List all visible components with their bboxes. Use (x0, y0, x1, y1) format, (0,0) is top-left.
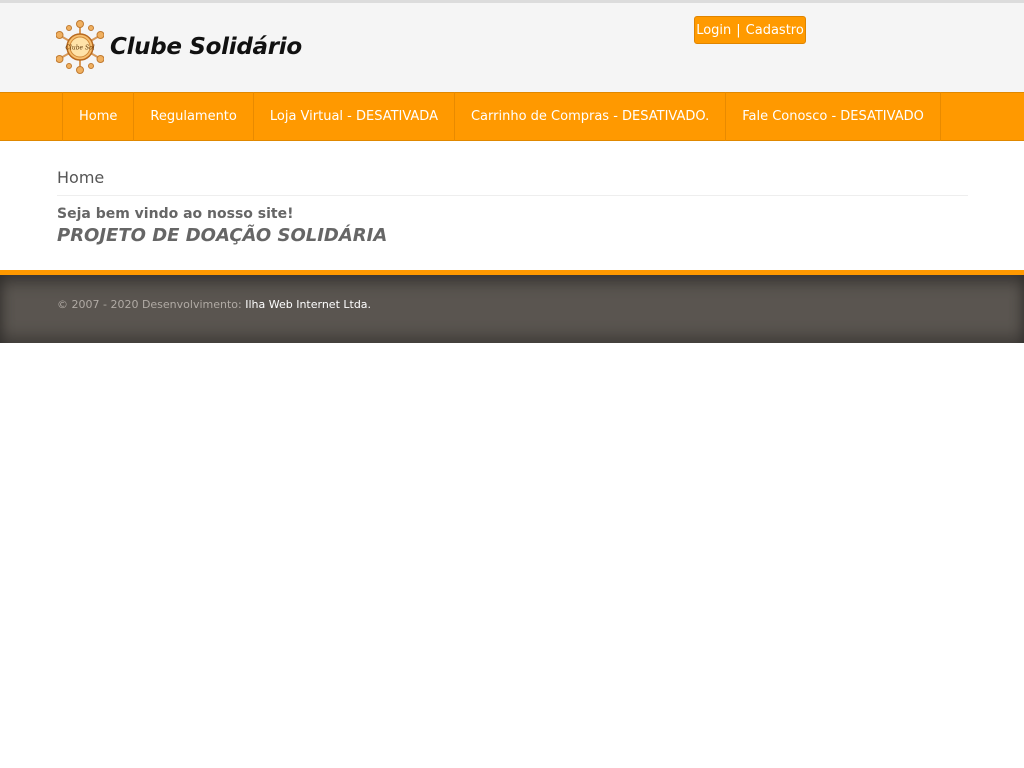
site-header: Clube Sol Clube Solidário Login | Cadast… (0, 3, 1024, 92)
nav-list: Home Regulamento Loja Virtual - DESATIVA… (62, 92, 941, 141)
nav-item-loja-virtual[interactable]: Loja Virtual - DESATIVADA (254, 92, 455, 141)
site-footer: © 2007 - 2020 Desenvolvimento: Ilha Web … (0, 275, 1024, 343)
logo-emblem-icon: Clube Sol (56, 20, 104, 74)
logo-text: Clube Solidário (110, 34, 302, 60)
main-content: Home Seja bem vindo ao nosso site! PROJE… (57, 142, 968, 246)
nav-item-fale-conosco[interactable]: Fale Conosco - DESATIVADO (726, 92, 941, 141)
site-logo[interactable]: Clube Sol Clube Solidário (56, 20, 302, 74)
login-link[interactable]: Login (696, 23, 731, 38)
nav-item-home[interactable]: Home (63, 92, 135, 141)
login-separator: | (736, 22, 741, 38)
copyright-text: © 2007 - 2020 Desenvolvimento: (57, 298, 242, 311)
developer-link[interactable]: Ilha Web Internet Ltda. (245, 298, 371, 311)
register-link[interactable]: Cadastro (746, 23, 804, 38)
nav-item-carrinho[interactable]: Carrinho de Compras - DESATIVADO. (455, 92, 727, 141)
main-nav: Home Regulamento Loja Virtual - DESATIVA… (0, 92, 1024, 141)
logo-badge-text: Clube Sol (65, 45, 94, 52)
page-title: Home (57, 168, 968, 196)
nav-item-regulamento[interactable]: Regulamento (134, 92, 254, 141)
footer-copyright: © 2007 - 2020 Desenvolvimento: Ilha Web … (57, 298, 371, 311)
login-register-box: Login | Cadastro (694, 16, 806, 44)
project-title: PROJETO DE DOAÇÃO SOLIDÁRIA (57, 225, 388, 246)
welcome-text: Seja bem vindo ao nosso site! (57, 206, 294, 222)
